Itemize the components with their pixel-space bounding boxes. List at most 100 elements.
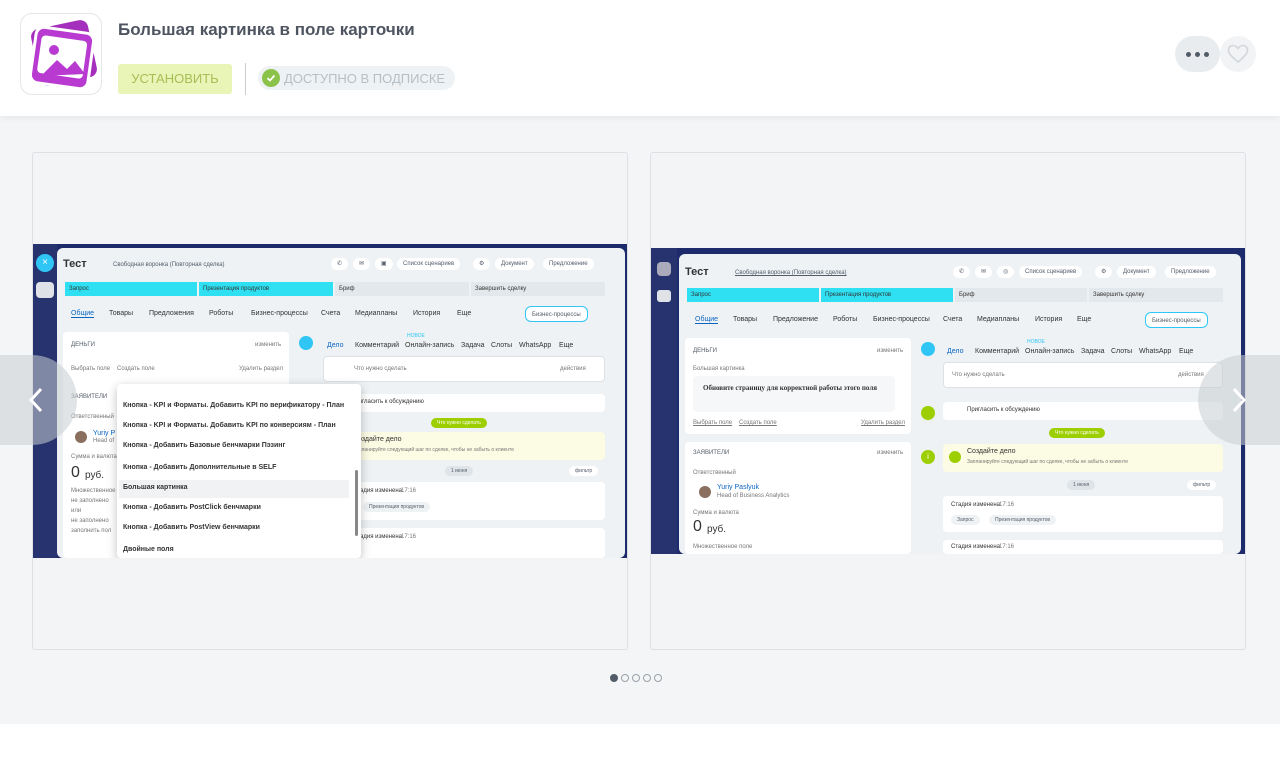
tab-offers[interactable]: Предложения [149,310,194,317]
tab-mediaplans[interactable]: Медиапланы [355,310,397,317]
tab-bp[interactable]: Бизнес-процессы [251,310,308,317]
tab-history[interactable]: История [413,310,440,317]
scenarios-button[interactable]: Список сценариев [1019,266,1083,278]
activity-tab-whatsapp[interactable]: WhatsApp [1139,348,1171,355]
responsible-name[interactable]: Yuriy P [93,430,115,437]
responsible-role: Head of Business Analytics [717,493,790,499]
filter-button[interactable]: фильтр [1187,480,1217,490]
tab-more[interactable]: Еще [457,310,471,317]
stage-brief[interactable]: Бриф [955,288,1087,302]
settings-icon[interactable]: ⚙ [473,258,491,270]
scrollbar[interactable] [355,470,358,536]
document-button[interactable]: Документ [1117,266,1156,278]
dropdown-item-selected[interactable]: Большая картинка [123,484,188,491]
tab-products[interactable]: Товары [733,316,757,323]
activity-tab-booking[interactable]: Онлайн-запись [1025,348,1074,355]
phone-icon[interactable]: ✆ [953,266,971,278]
chat-icon[interactable]: ▣ [375,258,393,270]
choose-field-link[interactable]: Выбрать поле [71,366,110,372]
create-field-link[interactable]: Создать поле [739,420,777,426]
tab-bp[interactable]: Бизнес-процессы [873,316,930,323]
dropdown-item[interactable]: Кнопка - KPI и Форматы. Добавить KPI по … [123,422,336,429]
app-title: Большая картинка в поле карточки [118,20,415,39]
stage-presentation[interactable]: Презентация продуктов [821,288,953,302]
dropdown-item[interactable]: Кнопка - KPI и Форматы. Добавить KPI по … [123,402,344,409]
delete-section-link[interactable]: Удалить раздел [239,366,283,372]
tab-mediaplans[interactable]: Медиапланы [977,316,1019,323]
invite-link[interactable]: Пригласить к обсуждению [351,399,424,405]
tab-history[interactable]: История [1035,316,1062,323]
bp-button[interactable]: Бизнес-процессы [1145,312,1208,328]
settings-icon[interactable]: ⚙ [1095,266,1113,278]
dropdown-item[interactable]: Кнопка - Добавить Дополнительные в SELF [123,464,276,471]
phone-icon[interactable]: ✆ [331,258,349,270]
change-link[interactable]: изменить [877,348,903,354]
plus-icon[interactable] [949,451,961,463]
bp-button[interactable]: Бизнес-процессы [525,306,588,322]
activity-tab-task[interactable]: Дело [947,348,963,355]
tab-robots[interactable]: Роботы [833,316,857,323]
gallery-slide[interactable]: × Тест Свободная воронка (Повторная сдел… [32,152,628,650]
actions-dropdown[interactable]: действия [1178,372,1204,378]
invite-link[interactable]: Пригласить к обсуждению [967,407,1040,413]
change-link[interactable]: изменить [255,342,281,348]
activity-tab-comment[interactable]: Комментарий [975,348,1019,355]
activity-tab-whatsapp[interactable]: WhatsApp [519,342,551,349]
create-field-link[interactable]: Создать поле [117,366,155,372]
stage-request[interactable]: Запрос [65,282,197,296]
tab-robots[interactable]: Роботы [209,310,233,317]
slide-dot[interactable] [632,674,640,682]
more-button[interactable] [1175,36,1220,72]
todo-input[interactable]: Что нужно сделать [952,372,1005,378]
stage-finish[interactable]: Завершить сделку [471,282,605,296]
todo-input[interactable]: Что нужно сделать [354,366,407,372]
responsible-name[interactable]: Yuriy Paslyuk [717,484,759,491]
activity-tab-task[interactable]: Дело [327,342,343,349]
mail-icon[interactable]: ✉ [353,258,371,270]
mail-icon[interactable]: ✉ [975,266,993,278]
tab-products[interactable]: Товары [109,310,133,317]
activity-tab-more[interactable]: Еще [559,342,573,349]
filter-button[interactable]: фильтр [569,466,599,476]
tab-general[interactable]: Общие [71,310,95,318]
tab-general[interactable]: Общие [695,316,719,324]
stage-brief[interactable]: Бриф [335,282,469,296]
chat-icon[interactable]: ◎ [997,266,1015,278]
next-slide-button[interactable] [1198,355,1280,445]
slide-dot[interactable] [654,674,662,682]
slide-dot[interactable] [610,674,618,682]
activity-tab-booking[interactable]: Онлайн-запись [405,342,454,349]
stage-presentation[interactable]: Презентация продуктов [199,282,333,296]
activity-tab-slots[interactable]: Слоты [491,342,512,349]
dropdown-item[interactable]: Кнопка - Добавить PostClick бенчмарки [123,504,261,511]
stage-request[interactable]: Запрос [687,288,819,302]
slide-dot[interactable] [643,674,651,682]
favorite-button[interactable] [1220,36,1256,72]
activity-tab-more[interactable]: Еще [1179,348,1193,355]
change-link[interactable]: изменить [877,450,903,456]
offer-button[interactable]: Предложение [543,258,594,270]
slide-dot[interactable] [621,674,629,682]
scenarios-button[interactable]: Список сценариев [397,258,461,270]
document-button[interactable]: Документ [495,258,534,270]
offer-button[interactable]: Предложение [1165,266,1216,278]
tab-offer[interactable]: Предложение [773,316,818,323]
stage-finish[interactable]: Завершить сделку [1089,288,1223,302]
activity-tab-todo[interactable]: Задача [1081,348,1105,355]
check-icon [262,69,280,87]
tab-more[interactable]: Еще [1077,316,1091,323]
activity-tab-todo[interactable]: Задача [461,342,485,349]
tab-invoices[interactable]: Счета [943,316,962,323]
dropdown-item[interactable]: Кнопка - Добавить Базовые бенчмарки Пэзи… [123,442,285,449]
choose-field-link[interactable]: Выбрать поле [693,420,732,426]
activity-tab-slots[interactable]: Слоты [1111,348,1132,355]
gallery-slide[interactable]: Тест Свободная воронка (Повторная сделка… [650,152,1246,650]
activity-tab-comment[interactable]: Комментарий [355,342,399,349]
tab-invoices[interactable]: Счета [321,310,340,317]
dropdown-item[interactable]: Кнопка - Добавить PostView бенчмарки [123,524,260,531]
create-task-title[interactable]: Создайте дело [967,448,1016,455]
install-button[interactable]: УСТАНОВИТЬ [118,64,232,94]
dropdown-item[interactable]: Двойные поля [123,546,174,553]
actions-dropdown[interactable]: действия [560,366,586,372]
delete-section-link[interactable]: Удалить раздел [861,420,905,426]
